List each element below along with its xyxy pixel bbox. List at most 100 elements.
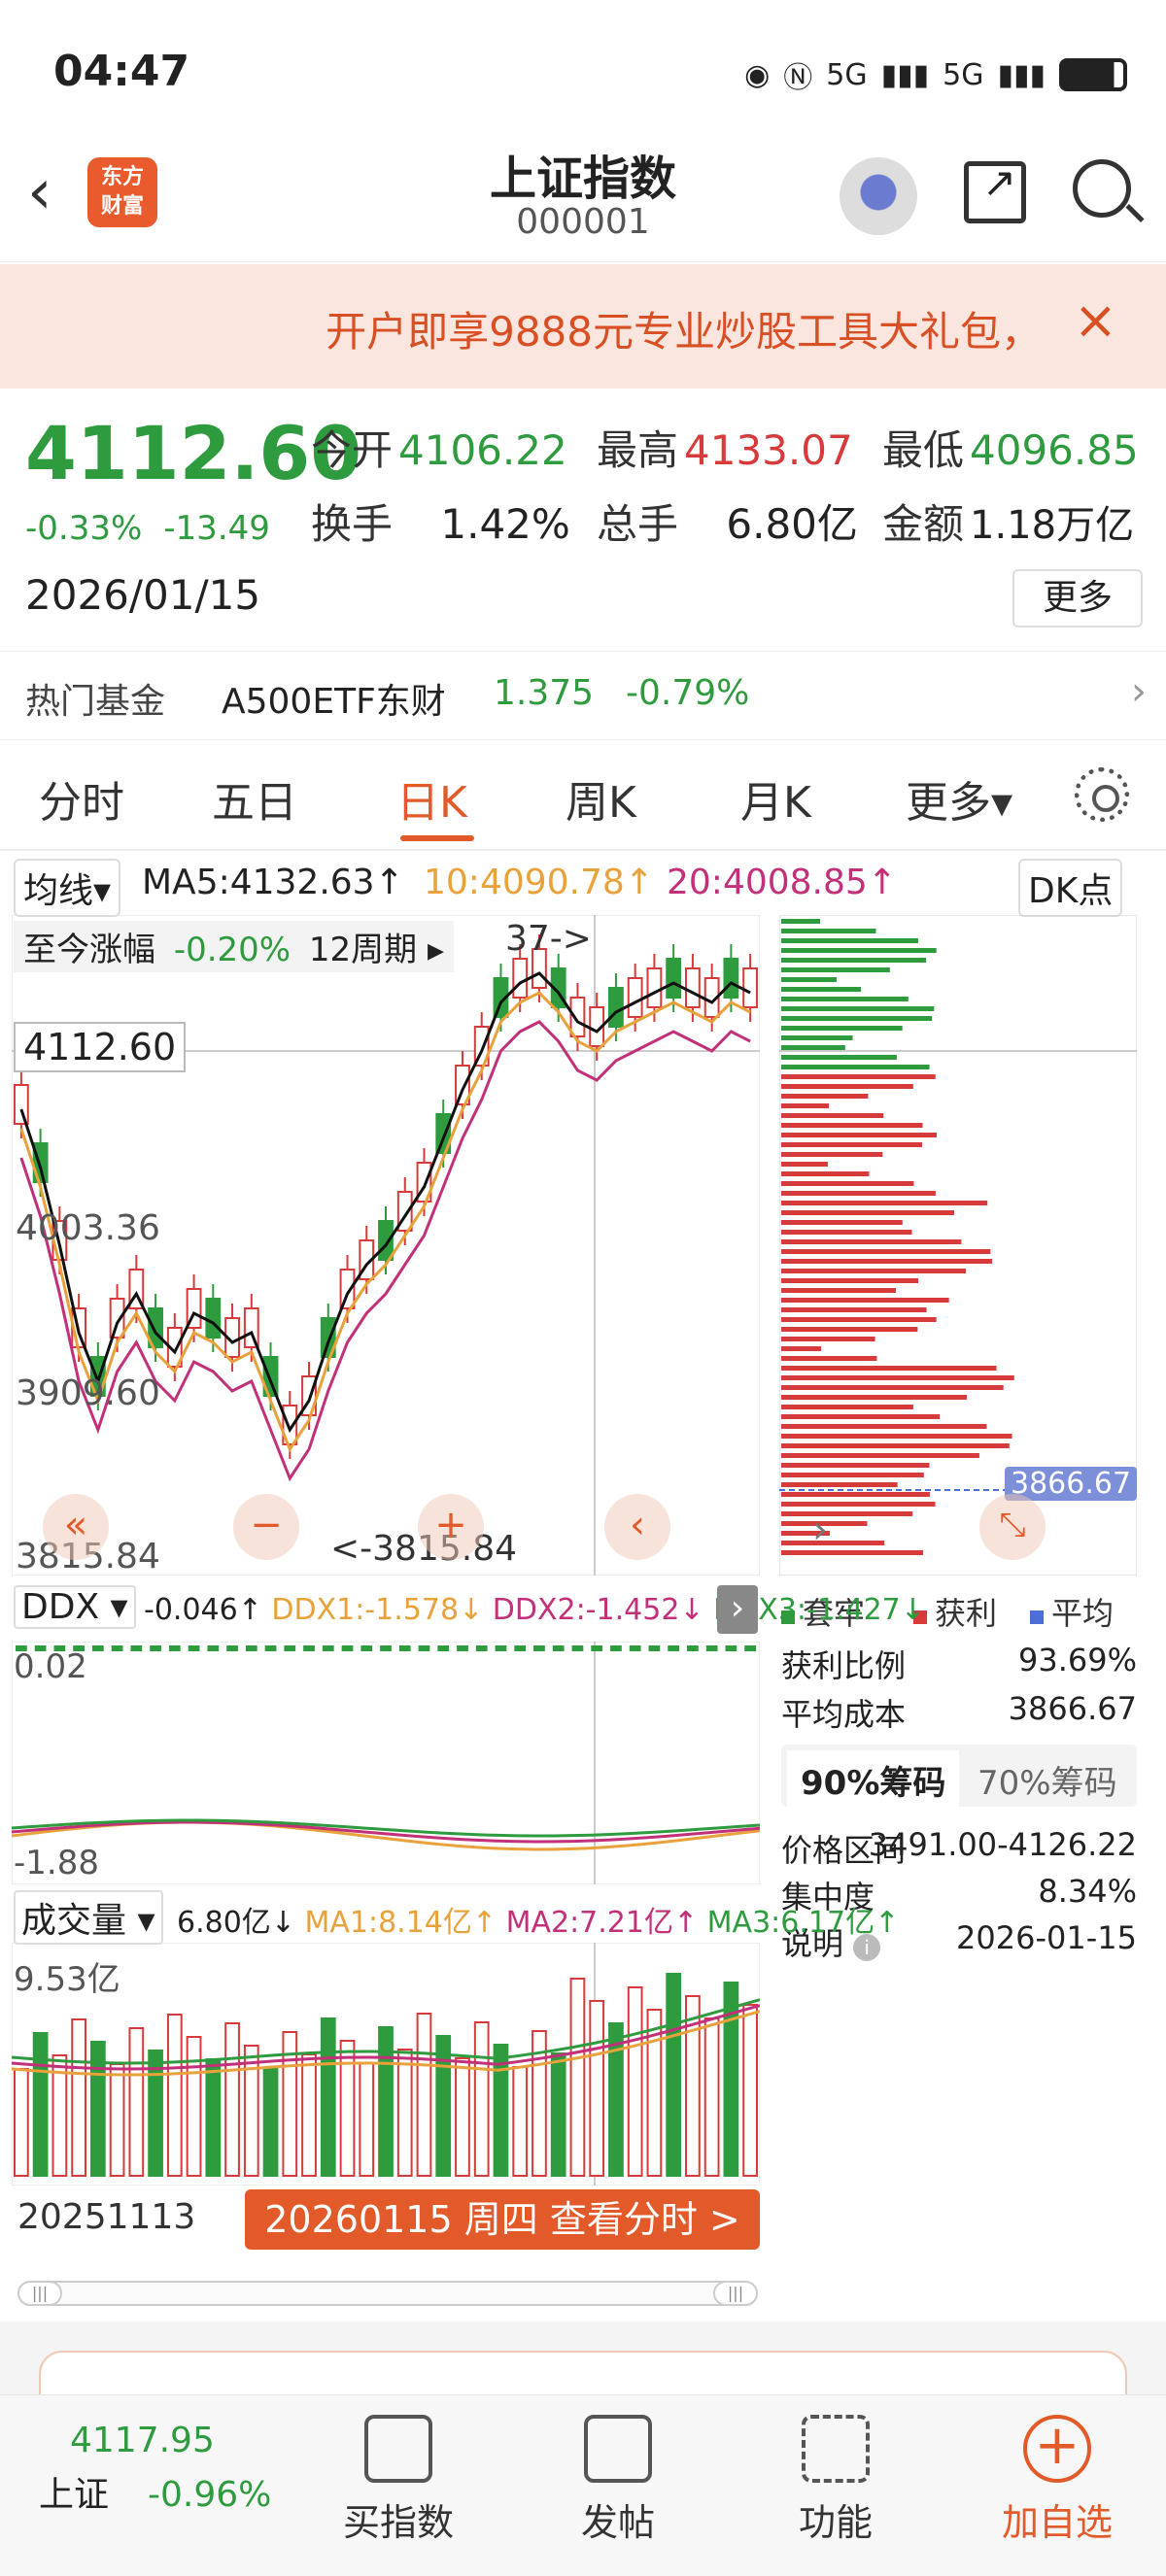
chip-bar (781, 1424, 987, 1429)
chip-bar (781, 1482, 898, 1487)
zoom-in-icon[interactable]: + (418, 1494, 484, 1560)
ddx-bar (744, 1645, 756, 1651)
volume-bar (435, 2035, 452, 2177)
ddx-bar (264, 1645, 277, 1651)
ddx-bar (687, 1645, 699, 1651)
tab-chip-90[interactable]: 90%筹码 (787, 1750, 960, 1810)
tab-chip-70[interactable]: 70%筹码 (977, 1756, 1117, 1804)
tab-more[interactable]: 更多▾ (906, 767, 1012, 830)
chip-bar (781, 987, 862, 992)
volume-bar (186, 2036, 202, 2177)
tab-monthly-k[interactable]: 月K (740, 767, 811, 830)
chip-bar (781, 1239, 962, 1244)
chip-bar (781, 1298, 949, 1303)
nav-post[interactable]: 发帖 (540, 2415, 696, 2546)
chip-bar (781, 1152, 883, 1157)
ma-selector[interactable]: 均线▾ (14, 859, 121, 917)
mini-quote[interactable]: 4117.95 上证 -0.96% (39, 2421, 271, 2517)
expand-icon[interactable]: ⤡ (979, 1494, 1046, 1560)
ddx-bar (514, 1645, 527, 1651)
candle-body (723, 958, 739, 999)
ddx1-line (12, 1820, 760, 1851)
dk-point-button[interactable]: DK点 (1018, 859, 1123, 917)
ddx-bar (322, 1645, 334, 1651)
volume-chart[interactable] (12, 1943, 760, 2186)
ddx-bar (245, 1645, 257, 1651)
gear-icon[interactable] (1075, 767, 1129, 822)
chip-bar (781, 1103, 830, 1108)
ddx-bar (188, 1645, 200, 1651)
app-logo[interactable]: 东方 财富 (87, 157, 157, 227)
range-handle-left[interactable]: ||| (17, 2281, 62, 2306)
volume-selector[interactable]: 成交量 ▾ (14, 1890, 163, 1945)
ddx-values: -0.046↑ DDX1:-1.578↓ DDX2:-1.452↓ DDX3:-… (144, 1593, 925, 1627)
period-change-box: 至今涨幅 -0.20% 12周期 ▸ (14, 921, 455, 972)
start-date: 20251113 (17, 2197, 196, 2237)
nav-functions[interactable]: 功能 (758, 2415, 913, 2546)
tab-daily-k[interactable]: 日K (396, 767, 467, 830)
ddx-bar (648, 1645, 661, 1651)
ddx-bar (629, 1645, 641, 1651)
ddx-chart[interactable] (12, 1642, 760, 1884)
zoom-out-icon[interactable]: − (233, 1494, 299, 1560)
nav-add-watchlist[interactable]: + 加自选 (979, 2415, 1135, 2546)
assistant-avatar-icon[interactable] (840, 157, 917, 235)
more-button[interactable]: 更多 (1012, 569, 1143, 627)
hot-fund-price: 1.375 (494, 673, 595, 713)
back-icon[interactable]: ‹ (27, 161, 52, 223)
signal-icon: 5G (943, 57, 984, 92)
tab-intraday[interactable]: 分时 (39, 767, 124, 830)
chip-bar (781, 1094, 869, 1099)
scroll-left-icon[interactable]: ‹ (604, 1494, 670, 1560)
promo-banner[interactable]: 开户即享9888元专业炒股工具大礼包， × (0, 264, 1166, 389)
volume-bar (71, 2018, 86, 2177)
stat-amount: 金额 1.18万亿 (882, 500, 1135, 548)
avg-cost: 平均成本 3866.67 (781, 1690, 1137, 1733)
chip-bar (781, 1443, 1010, 1448)
chip-next-icon[interactable]: › (812, 1508, 828, 1552)
chip-tabs: 90%筹码 70%筹码 (781, 1745, 1137, 1810)
tab-weekly-k[interactable]: 周K (566, 767, 636, 830)
chip-bar (781, 1162, 828, 1167)
ma20-value: 20:4008.85↑ (667, 863, 897, 902)
chip-bar (781, 1210, 955, 1215)
chip-bar (781, 1317, 937, 1322)
range-scrollbar[interactable]: ||| ||| (17, 2281, 758, 2306)
tab-five-day[interactable]: 五日 (212, 767, 297, 830)
ddx-selector[interactable]: DDX ▾ (14, 1585, 136, 1629)
promo-text[interactable]: 开户即享9888元专业炒股工具大礼包， (326, 299, 1042, 358)
scroll-left-fast-icon[interactable]: « (43, 1494, 109, 1560)
range-handle-right[interactable]: ||| (713, 2281, 758, 2306)
chip-bar (781, 1191, 936, 1196)
nav-buy-index[interactable]: 买指数 (321, 2415, 476, 2546)
volume-bar (32, 2032, 49, 2177)
ddx-bar (150, 1645, 161, 1651)
chip-bar (781, 1492, 930, 1497)
indicator-next-icon[interactable]: › (717, 1585, 758, 1634)
ddx-bar (418, 1645, 430, 1651)
chip-bar (781, 1006, 935, 1011)
volume-bar (243, 2045, 259, 2177)
chip-bar (781, 1035, 853, 1040)
close-icon[interactable]: × (1074, 289, 1117, 351)
stat-turnover: 换手 1.42% (311, 500, 570, 548)
search-icon[interactable] (1073, 159, 1131, 218)
view-intraday-button[interactable]: 20260115 周四 查看分时 > (245, 2189, 760, 2250)
candle-body (627, 977, 643, 1018)
hot-fund-row[interactable]: 热门基金 A500ETF东财 1.375 -0.79% › (0, 651, 1166, 740)
chip-bar (781, 977, 837, 982)
candle-body (684, 967, 701, 1008)
chip-bar (781, 1366, 997, 1371)
chip-bar (781, 1550, 924, 1555)
clock: 04:47 (53, 47, 190, 96)
chip-bar (781, 1288, 896, 1293)
legend-profit: 获利 (913, 1589, 997, 1634)
chart-icon (364, 2415, 432, 2483)
chip-bar (781, 1201, 988, 1205)
chip-bar (781, 1453, 979, 1458)
share-icon[interactable] (964, 158, 1026, 223)
quote-date: 2026/01/15 (25, 571, 261, 619)
chip-bar (781, 997, 909, 1001)
chip-bar (781, 948, 937, 953)
battery-icon (1059, 58, 1127, 91)
